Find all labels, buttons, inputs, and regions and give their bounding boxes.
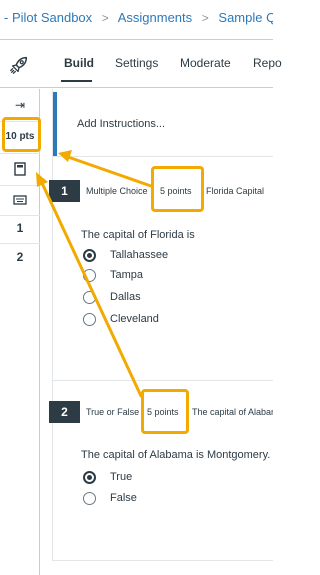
- question-stem: The capital of Alabama is Montgomery.: [81, 449, 271, 461]
- answer-label: Tallahassee: [110, 249, 169, 261]
- question-type: Multiple Choice: [86, 186, 148, 196]
- answer-option[interactable]: Cleveland: [83, 312, 159, 326]
- question-link-2[interactable]: 2: [0, 245, 40, 269]
- tab-reports[interactable]: Repo: [253, 56, 282, 70]
- keyboard-icon[interactable]: [0, 188, 40, 212]
- question-2-points-callout: [141, 389, 189, 434]
- quiz-tab-bar: Build Settings Moderate Repo: [0, 40, 282, 88]
- question-sidebar: ⇥ 10 pts 1 2: [0, 89, 40, 575]
- breadcrumb-quiz[interactable]: Sample Quiz: [218, 10, 273, 25]
- question-title: Florida Capital: [206, 186, 265, 196]
- radio-button[interactable]: [83, 290, 96, 304]
- question-stem: The capital of Florida is: [81, 229, 195, 241]
- collapse-arrow-icon[interactable]: ⇥: [0, 93, 40, 117]
- answer-option[interactable]: True: [83, 470, 132, 484]
- answer-option[interactable]: False: [83, 491, 137, 505]
- radio-button[interactable]: [83, 248, 96, 262]
- instructions-accent-bar: [53, 92, 57, 156]
- tab-settings[interactable]: Settings: [115, 56, 158, 70]
- breadcrumb-separator: >: [201, 11, 209, 25]
- radio-button[interactable]: [83, 470, 96, 484]
- radio-button[interactable]: [83, 491, 96, 505]
- active-tab-indicator: [61, 80, 92, 82]
- question-title: The capital of Alabama: [192, 407, 273, 417]
- points-total-callout: [2, 117, 41, 152]
- calculator-icon[interactable]: [0, 157, 40, 181]
- breadcrumb-separator: >: [101, 11, 109, 25]
- divider: [0, 243, 40, 244]
- radio-button[interactable]: [83, 268, 96, 282]
- question-type: True or False: [86, 407, 140, 417]
- breadcrumb-course[interactable]: - Pilot Sandbox: [4, 10, 92, 25]
- question-number-badge: 1: [49, 180, 80, 202]
- question-number-badge: 2: [49, 401, 80, 423]
- radio-button[interactable]: [83, 312, 96, 326]
- divider: [0, 185, 40, 186]
- breadcrumb: - Pilot Sandbox > Assignments > Sample Q…: [4, 10, 273, 25]
- answer-label: True: [110, 471, 133, 483]
- tab-moderate[interactable]: Moderate: [180, 56, 231, 70]
- answer-label: Cleveland: [110, 313, 159, 325]
- answer-label: Dallas: [110, 291, 141, 303]
- divider: [53, 156, 273, 157]
- divider: [53, 380, 273, 381]
- answer-option[interactable]: Tallahassee: [83, 248, 168, 262]
- breadcrumb-bar: - Pilot Sandbox > Assignments > Sample Q…: [0, 0, 273, 40]
- add-instructions-link[interactable]: Add Instructions...: [77, 118, 165, 130]
- breadcrumb-assignments[interactable]: Assignments: [118, 10, 192, 25]
- question-1-points-callout: [151, 166, 204, 212]
- tab-build[interactable]: Build: [64, 56, 94, 70]
- answer-label: Tampa: [110, 269, 144, 281]
- answer-option[interactable]: Dallas: [83, 290, 141, 304]
- answer-label: False: [110, 492, 137, 504]
- divider: [0, 153, 40, 154]
- question-link-1[interactable]: 1: [0, 216, 40, 240]
- rocket-icon[interactable]: [8, 54, 30, 76]
- answer-option[interactable]: Tampa: [83, 268, 143, 282]
